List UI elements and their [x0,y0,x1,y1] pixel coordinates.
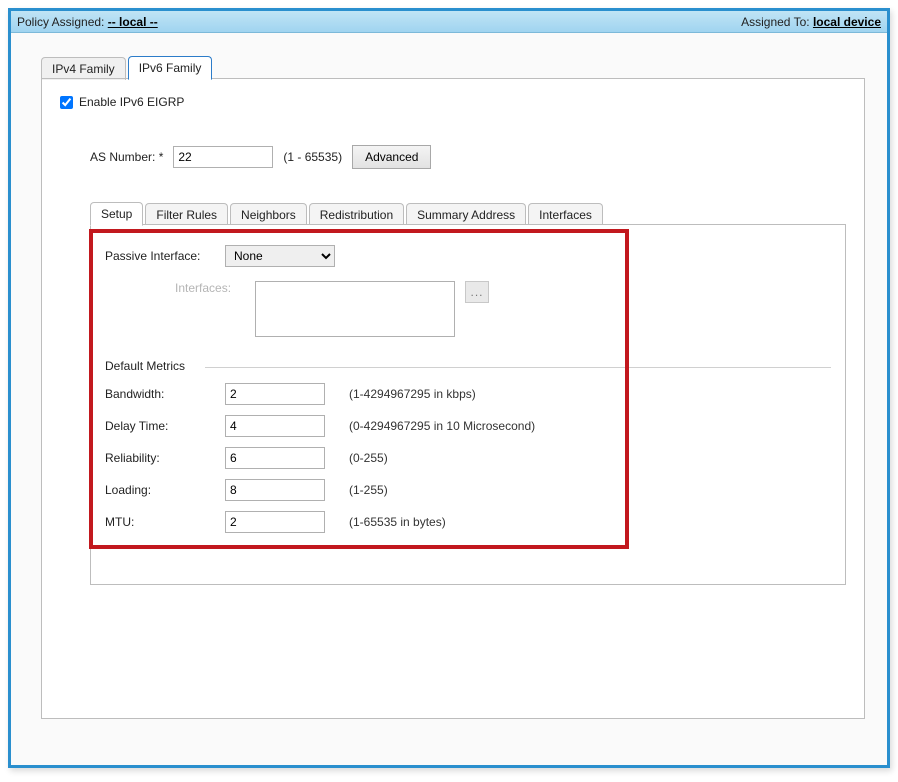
ipv6-family-pane: Enable IPv6 EIGRP AS Number: * (1 - 6553… [41,79,865,719]
bandwidth-hint: (1-4294967295 in kbps) [349,387,476,401]
delay-time-input[interactable] [225,415,325,437]
passive-interface-label: Passive Interface: [105,249,225,263]
assigned-to-block: Assigned To: local device [741,15,881,29]
as-number-label: AS Number: * [90,150,163,164]
tab-filter-rules[interactable]: Filter Rules [145,203,228,226]
tab-ipv4-family[interactable]: IPv4 Family [41,57,126,80]
passive-interface-select[interactable]: None [225,245,335,267]
tab-interfaces[interactable]: Interfaces [528,203,603,226]
reliability-label: Reliability: [105,451,225,465]
tab-redistribution[interactable]: Redistribution [309,203,404,226]
policy-assigned-block: Policy Assigned: -- local -- [17,15,158,29]
window-frame: Policy Assigned: -- local -- Assigned To… [8,8,890,768]
mtu-input[interactable] [225,511,325,533]
tab-summary-address[interactable]: Summary Address [406,203,526,226]
tab-ipv6-family[interactable]: IPv6 Family [128,56,213,80]
advanced-button[interactable]: Advanced [352,145,431,169]
eigrp-inner-tabs: Setup Filter Rules Neighbors Redistribut… [90,199,846,225]
setup-pane: Passive Interface: None Interfaces: ... … [90,225,846,585]
tab-setup[interactable]: Setup [90,202,143,226]
as-number-range: (1 - 65535) [283,150,342,164]
mtu-label: MTU: [105,515,225,529]
default-metrics-label: Default Metrics [105,359,185,373]
enable-ipv6-eigrp-checkbox[interactable] [60,96,73,109]
delay-time-hint: (0-4294967295 in 10 Microsecond) [349,419,535,433]
reliability-input[interactable] [225,447,325,469]
loading-hint: (1-255) [349,483,388,497]
tab-neighbors[interactable]: Neighbors [230,203,307,226]
reliability-hint: (0-255) [349,451,388,465]
content-area: IPv4 Family IPv6 Family Enable IPv6 EIGR… [11,33,887,765]
bandwidth-input[interactable] [225,383,325,405]
mtu-hint: (1-65535 in bytes) [349,515,446,529]
assigned-to-label: Assigned To: [741,15,810,29]
default-metrics-heading: Default Metrics [105,359,831,373]
eigrp-inner-tabs-wrap: Setup Filter Rules Neighbors Redistribut… [90,199,846,585]
as-number-input[interactable] [173,146,273,168]
loading-label: Loading: [105,483,225,497]
interfaces-browse-button[interactable]: ... [465,281,489,303]
default-metrics-rule [205,367,831,368]
bandwidth-label: Bandwidth: [105,387,225,401]
family-tabs: IPv4 Family IPv6 Family [41,53,865,79]
assigned-to-link[interactable]: local device [813,15,881,29]
interfaces-label: Interfaces: [175,281,255,295]
enable-ipv6-eigrp-label: Enable IPv6 EIGRP [79,95,184,109]
policy-assigned-link[interactable]: -- local -- [108,15,158,29]
interfaces-listbox[interactable] [255,281,455,337]
titlebar: Policy Assigned: -- local -- Assigned To… [11,11,887,33]
policy-assigned-label: Policy Assigned: [17,15,104,29]
loading-input[interactable] [225,479,325,501]
delay-time-label: Delay Time: [105,419,225,433]
